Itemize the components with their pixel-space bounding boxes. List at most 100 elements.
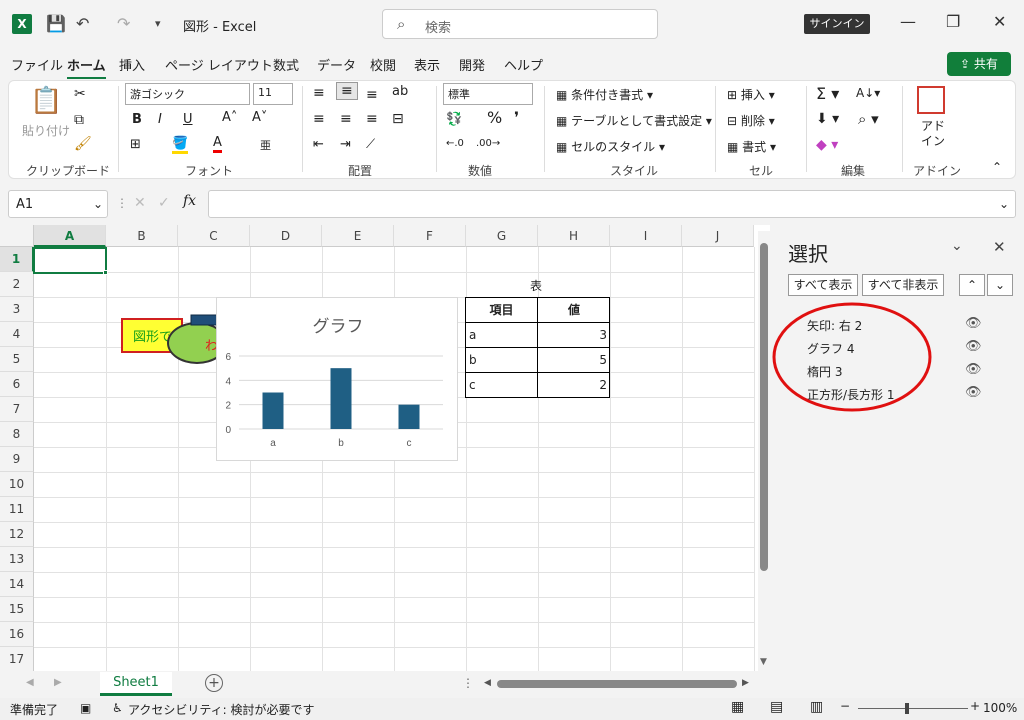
row-header[interactable]: 6 (0, 372, 34, 397)
vertical-scrollbar[interactable]: ▼ (758, 231, 770, 671)
column-header[interactable]: B (106, 225, 178, 247)
align-top-icon[interactable]: ≡ (313, 85, 325, 101)
bring-forward-icon[interactable]: ⌃ (959, 274, 985, 296)
autosum-icon[interactable]: Σ ▾ (816, 84, 839, 103)
addins-button[interactable]: アド イン (921, 119, 945, 149)
tab-review[interactable]: 校閲 (370, 55, 396, 74)
row-header[interactable]: 17 (0, 647, 34, 671)
accounting-format-icon[interactable]: 💱 (446, 112, 462, 127)
name-box[interactable]: A1 ⌄ (8, 190, 108, 218)
row-header[interactable]: 3 (0, 297, 34, 322)
underline-button[interactable]: U (183, 112, 193, 127)
search-input[interactable]: ⌕ 検索 (382, 9, 658, 39)
zoom-slider-thumb[interactable] (905, 703, 909, 714)
scroll-right-icon[interactable]: ▶ (742, 678, 749, 688)
table-header-cell[interactable]: 項目 (466, 298, 538, 323)
column-header[interactable]: J (682, 225, 754, 247)
accessibility-status[interactable]: アクセシビリティ: 検討が必要です (128, 701, 315, 718)
italic-button[interactable]: I (158, 112, 162, 127)
row-header[interactable]: 15 (0, 597, 34, 622)
row-header[interactable]: 12 (0, 522, 34, 547)
table-cell[interactable]: a (466, 323, 538, 348)
paste-icon[interactable]: 📋 (30, 86, 62, 116)
cut-icon[interactable]: ✂ (74, 86, 86, 102)
tab-file[interactable]: ファイル (11, 55, 63, 74)
fill-color-icon[interactable]: 🪣 (172, 136, 189, 154)
table-cell[interactable]: 3 (538, 323, 610, 348)
increase-indent-icon[interactable]: ⇥ (340, 137, 351, 152)
column-header[interactable]: D (250, 225, 322, 247)
row-header[interactable]: 2 (0, 272, 34, 297)
horizontal-scroll-thumb[interactable] (497, 680, 737, 688)
column-header[interactable]: A (34, 225, 106, 247)
visibility-eye-icon[interactable]: 👁 (965, 362, 982, 377)
prev-sheet-icon[interactable]: ◀ (26, 677, 34, 688)
visibility-eye-icon[interactable]: 👁 (965, 339, 982, 354)
table-cell[interactable]: c (466, 373, 538, 398)
cell-styles-button[interactable]: ▦ セルのスタイル ▾ (556, 138, 665, 155)
row-header[interactable]: 4 (0, 322, 34, 347)
insert-cells-button[interactable]: ⊞ 挿入 ▾ (727, 86, 775, 103)
chart-bar[interactable] (330, 368, 352, 429)
decrease-indent-icon[interactable]: ⇤ (313, 137, 324, 152)
format-cells-button[interactable]: ▦ 書式 ▾ (727, 138, 776, 155)
zoom-out-icon[interactable]: − (840, 699, 850, 713)
wrap-text-icon[interactable]: ab (392, 84, 408, 99)
row-header[interactable]: 5 (0, 347, 34, 372)
signin-button[interactable]: サインイン (804, 14, 870, 34)
next-sheet-icon[interactable]: ▶ (54, 677, 62, 688)
row-header[interactable]: 8 (0, 422, 34, 447)
copy-icon[interactable]: ⧉ (74, 112, 84, 128)
row-header[interactable]: 14 (0, 572, 34, 597)
comma-icon[interactable]: ❜ (514, 108, 519, 127)
row-header[interactable]: 10 (0, 472, 34, 497)
tab-home[interactable]: ホーム (67, 55, 106, 79)
column-header[interactable]: C (178, 225, 250, 247)
bold-button[interactable]: B (132, 112, 142, 127)
page-break-view-icon[interactable]: ▥ (810, 699, 823, 715)
increase-decimal-icon[interactable]: ←.0 (446, 138, 464, 149)
zoom-slider[interactable] (858, 708, 968, 709)
accessibility-icon[interactable]: ♿ (112, 701, 123, 715)
tab-formulas[interactable]: 数式 (273, 55, 299, 74)
redo-icon[interactable]: ↷ (117, 14, 130, 33)
scroll-down-icon[interactable]: ▼ (760, 657, 767, 667)
sort-filter-icon[interactable]: A↓▾ (856, 86, 880, 100)
fill-handle[interactable] (103, 270, 108, 275)
vertical-scroll-thumb[interactable] (760, 243, 768, 571)
chart-bar[interactable] (398, 404, 420, 429)
undo-icon[interactable]: ↶ (76, 14, 89, 33)
show-all-button[interactable]: すべて表示 (788, 274, 858, 296)
font-color-icon[interactable]: A (213, 135, 222, 153)
row-header[interactable]: 16 (0, 622, 34, 647)
align-middle-icon[interactable]: ≡ (336, 82, 358, 100)
share-button[interactable]: ⇪ 共有 (947, 52, 1011, 76)
table-cell[interactable]: b (466, 348, 538, 373)
column-header[interactable]: F (394, 225, 466, 247)
row-header[interactable]: 11 (0, 497, 34, 522)
font-name-select[interactable]: 游ゴシック (125, 83, 250, 105)
send-backward-icon[interactable]: ⌄ (987, 274, 1013, 296)
normal-view-icon[interactable]: ▦ (731, 699, 744, 715)
column-header[interactable]: H (538, 225, 610, 247)
save-icon[interactable]: 💾 (46, 14, 66, 33)
find-select-icon[interactable]: ⌕ ▾ (858, 110, 879, 128)
formula-input[interactable]: ⌄ (208, 190, 1016, 218)
add-sheet-icon[interactable]: + (205, 674, 223, 692)
tab-page-layout[interactable]: ページ レイアウト (165, 55, 273, 74)
conditional-format-button[interactable]: ▦ 条件付き書式 ▾ (556, 86, 653, 103)
tab-data[interactable]: データ (317, 55, 356, 74)
tab-help[interactable]: ヘルプ (504, 55, 543, 74)
column-header[interactable]: G (466, 225, 538, 247)
visibility-eye-icon[interactable]: 👁 (965, 316, 982, 331)
column-header[interactable]: I (610, 225, 682, 247)
hide-all-button[interactable]: すべて非表示 (862, 274, 944, 296)
column-header[interactable]: E (322, 225, 394, 247)
table-header-cell[interactable]: 値 (538, 298, 610, 323)
close-icon[interactable]: ✕ (993, 12, 1006, 31)
phonetic-icon[interactable]: 亜 (260, 137, 271, 153)
page-layout-view-icon[interactable]: ▤ (770, 699, 783, 715)
enter-icon[interactable]: ✓ (158, 195, 170, 211)
align-bottom-icon[interactable]: ≡ (366, 87, 378, 103)
table-cell[interactable]: 5 (538, 348, 610, 373)
